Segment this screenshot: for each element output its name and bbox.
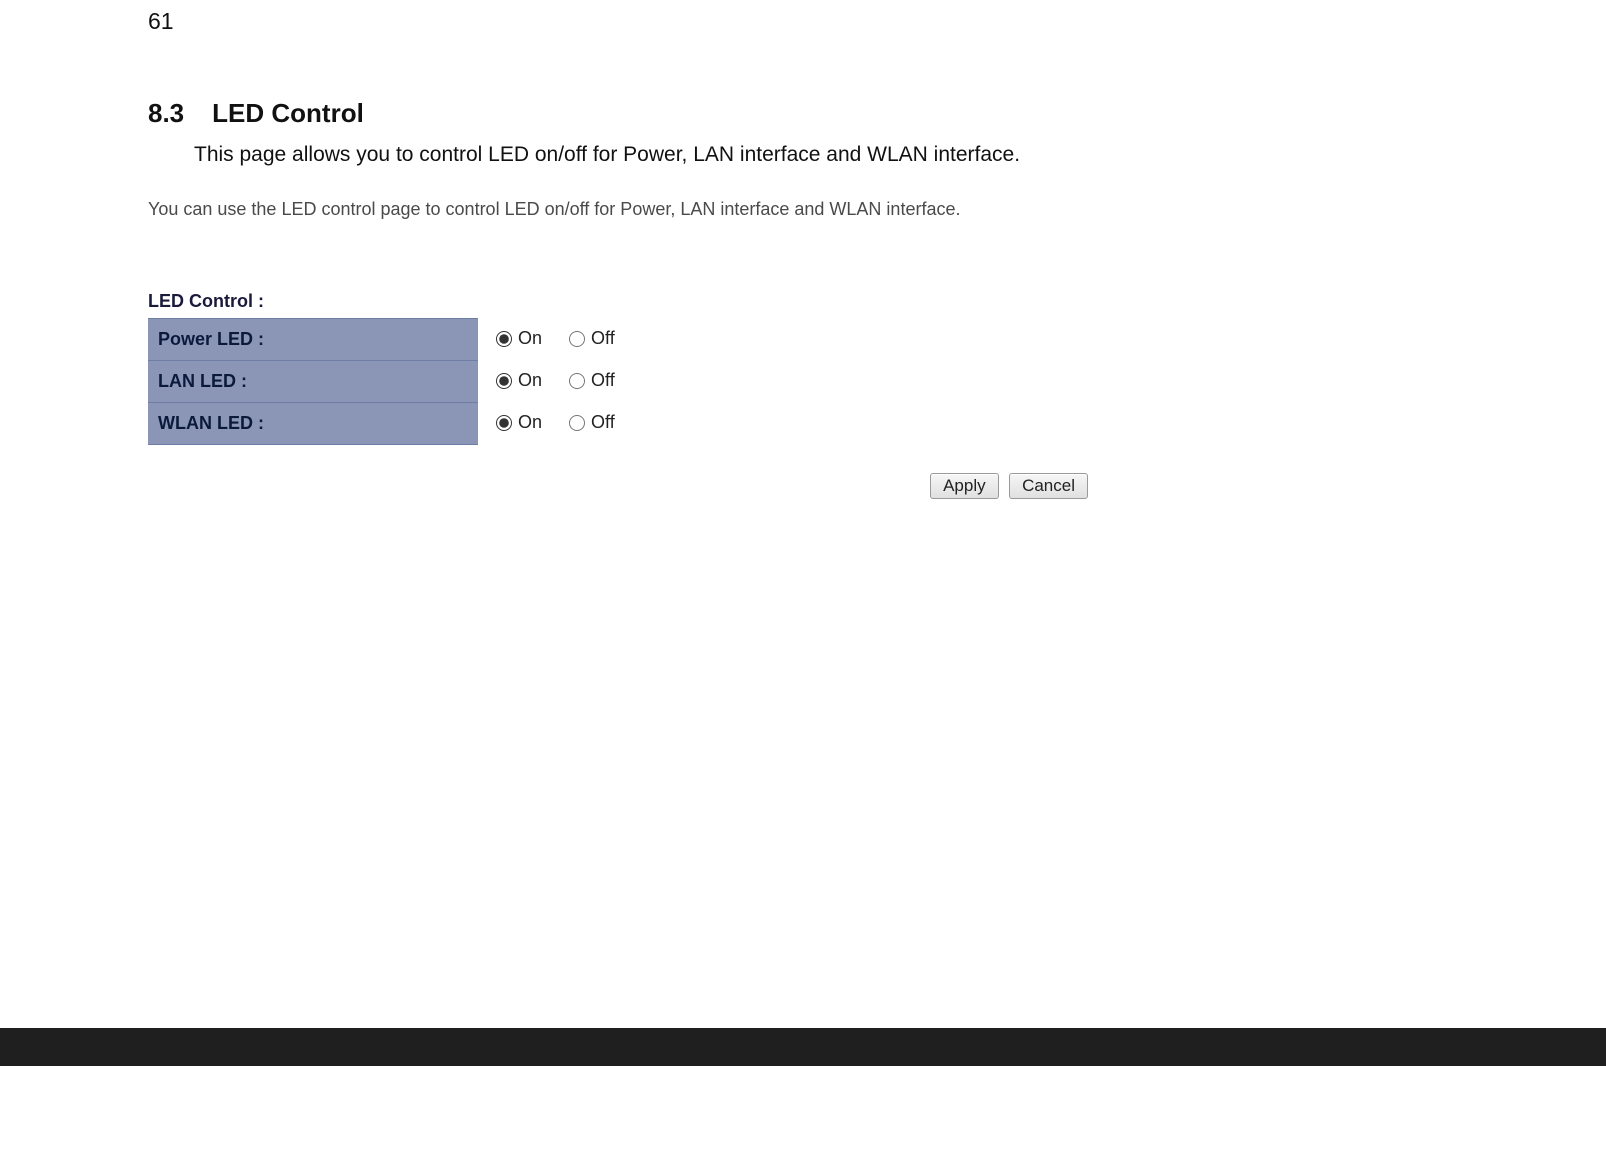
on-label: On xyxy=(518,328,542,349)
lan-led-on-option[interactable]: On xyxy=(496,370,542,391)
table-row: Power LED : On Off xyxy=(148,319,1088,361)
form-actions: Apply Cancel xyxy=(148,473,1088,499)
power-led-off-option[interactable]: Off xyxy=(569,328,615,349)
off-label: Off xyxy=(591,412,615,433)
section-title: LED Control xyxy=(212,98,364,128)
lan-led-options: On Off xyxy=(478,361,1088,403)
led-control-table: Power LED : On Off LAN LED : xyxy=(148,318,1088,445)
off-label: Off xyxy=(591,370,615,391)
led-control-legend: LED Control : xyxy=(148,291,1088,312)
section-number: 8.3 xyxy=(148,98,184,129)
lan-led-off-option[interactable]: Off xyxy=(569,370,615,391)
lan-led-label: LAN LED : xyxy=(148,361,478,403)
page-number: 61 xyxy=(148,8,174,35)
section-heading: 8.3 LED Control xyxy=(148,98,1198,129)
power-led-on-option[interactable]: On xyxy=(496,328,542,349)
table-row: WLAN LED : On Off xyxy=(148,403,1088,445)
on-label: On xyxy=(518,412,542,433)
intro-text: This page allows you to control LED on/o… xyxy=(194,143,1198,167)
lan-led-off-radio[interactable] xyxy=(569,373,585,389)
svg-text:®: ® xyxy=(296,1092,309,1112)
power-led-label: Power LED : xyxy=(148,319,478,361)
on-label: On xyxy=(518,370,542,391)
led-config-block: You can use the LED control page to cont… xyxy=(148,197,1088,499)
apply-button[interactable]: Apply xyxy=(930,473,999,499)
power-led-on-radio[interactable] xyxy=(496,331,512,347)
wlan-led-on-radio[interactable] xyxy=(496,415,512,431)
table-row: LAN LED : On Off xyxy=(148,361,1088,403)
content-region: 8.3 LED Control This page allows you to c… xyxy=(148,98,1198,499)
off-label: Off xyxy=(591,328,615,349)
wlan-led-on-option[interactable]: On xyxy=(496,412,542,433)
wlan-led-off-radio[interactable] xyxy=(569,415,585,431)
wlan-led-off-option[interactable]: Off xyxy=(569,412,615,433)
wlan-led-options: On Off xyxy=(478,403,1088,445)
power-led-off-radio[interactable] xyxy=(569,331,585,347)
engenius-logo-icon: EnGenius ® xyxy=(60,1078,320,1136)
brand-logo: EnGenius ® xyxy=(60,1078,320,1136)
cancel-button[interactable]: Cancel xyxy=(1009,473,1088,499)
lan-led-on-radio[interactable] xyxy=(496,373,512,389)
footer-band xyxy=(0,1028,1606,1066)
wlan-led-label: WLAN LED : xyxy=(148,403,478,445)
config-note: You can use the LED control page to cont… xyxy=(148,197,1088,221)
svg-text:EnGenius: EnGenius xyxy=(60,1090,256,1136)
power-led-options: On Off xyxy=(478,319,1088,361)
